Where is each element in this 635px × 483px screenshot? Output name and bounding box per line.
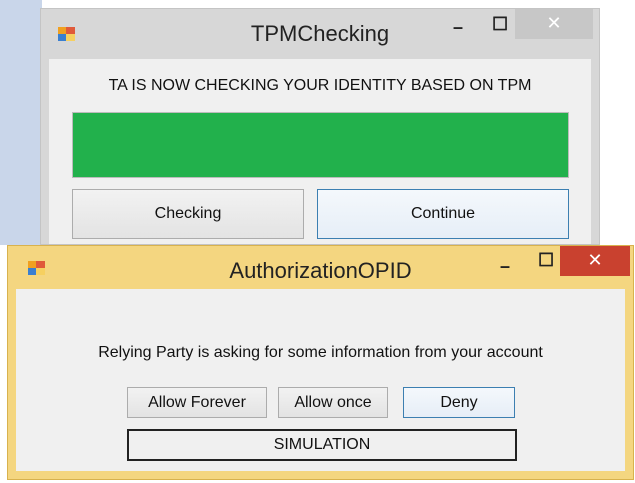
close-button[interactable]: ✕ [515, 9, 593, 39]
progress-fill [73, 113, 568, 177]
tpm-window-client: TA IS NOW CHECKING YOUR IDENTITY BASED O… [49, 59, 591, 244]
allow-forever-button[interactable]: Allow Forever [127, 387, 267, 418]
tpm-window-titlebar[interactable]: TPMChecking – ☐ ✕ [41, 9, 599, 59]
maximize-icon[interactable]: ☐ [538, 250, 554, 271]
tpm-status-message: TA IS NOW CHECKING YOUR IDENTITY BASED O… [108, 77, 532, 94]
authorization-opid-window: AuthorizationOPID – ☐ ✕ Relying Party is… [7, 245, 634, 480]
maximize-icon[interactable]: ☐ [492, 14, 508, 35]
continue-button[interactable]: Continue [317, 189, 569, 239]
allow-once-button[interactable]: Allow once [278, 387, 388, 418]
deny-button[interactable]: Deny [403, 387, 515, 418]
tpm-checking-window: TPMChecking – ☐ ✕ TA IS NOW CHECKING YOU… [40, 8, 600, 245]
minimize-icon[interactable]: – [500, 256, 510, 277]
auth-window-client: Relying Party is asking for some informa… [16, 289, 625, 471]
close-icon: ✕ [546, 13, 562, 33]
tpm-progress-bar [72, 112, 569, 178]
simulation-status-box: SIMULATION [127, 429, 517, 461]
close-icon: ✕ [587, 250, 603, 270]
desktop-background [0, 0, 42, 245]
minimize-icon[interactable]: – [453, 17, 463, 38]
close-button[interactable]: ✕ [560, 246, 630, 276]
auth-request-message: Relying Party is asking for some informa… [98, 344, 543, 361]
checking-button[interactable]: Checking [72, 189, 304, 239]
